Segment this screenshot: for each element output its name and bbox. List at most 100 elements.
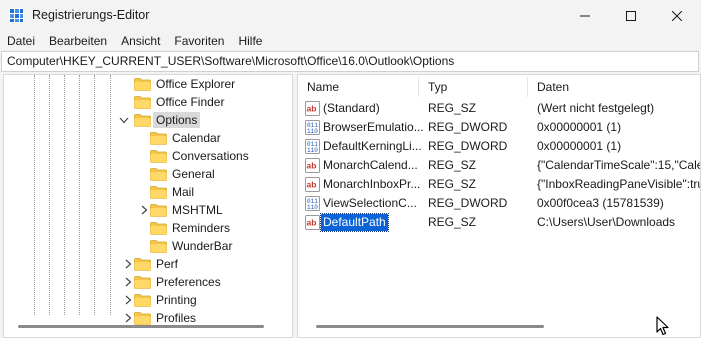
string-value-icon: ab bbox=[305, 101, 320, 116]
value-name: ViewSelectionC... bbox=[323, 196, 417, 210]
svg-text:110: 110 bbox=[307, 128, 318, 135]
tree-item-label: Options bbox=[153, 112, 201, 128]
svg-text:110: 110 bbox=[307, 204, 318, 211]
value-type: REG_SZ bbox=[428, 101, 477, 115]
binary-value-icon: 011110 bbox=[305, 120, 320, 135]
tree-item[interactable]: General bbox=[4, 165, 292, 183]
folder-icon bbox=[134, 114, 151, 127]
tree-item[interactable]: WunderBar bbox=[4, 237, 292, 255]
tree-item-label: Conversations bbox=[172, 149, 249, 163]
tree-item[interactable]: Office Finder bbox=[4, 93, 292, 111]
folder-icon bbox=[150, 186, 167, 199]
value-data: 0x00f0cea3 (15781539) bbox=[537, 196, 664, 210]
tree-item-label: Preferences bbox=[156, 275, 221, 289]
chevron-right-icon[interactable] bbox=[123, 294, 133, 306]
value-type: REG_DWORD bbox=[428, 196, 508, 210]
string-value-icon: ab bbox=[305, 215, 320, 230]
value-row[interactable]: 011 110 DefaultKerningLi... REG_DWORD 0x0000… bbox=[298, 137, 700, 156]
tree-item[interactable]: Options bbox=[4, 111, 292, 129]
svg-text:ab: ab bbox=[307, 218, 317, 228]
value-data: {"InboxReadingPaneVisible":tru bbox=[537, 177, 701, 191]
tree-item[interactable]: Preferences bbox=[4, 273, 292, 291]
string-value-icon: ab bbox=[305, 177, 320, 192]
value-type: REG_SZ bbox=[428, 158, 477, 172]
tree-item-label: Calendar bbox=[172, 131, 221, 145]
key-tree[interactable]: Office Explorer Office Finder Options Calen… bbox=[3, 74, 293, 338]
list-horizontal-scrollbar[interactable] bbox=[316, 325, 544, 328]
tree-item-label: Profiles bbox=[156, 311, 197, 325]
tree-item[interactable]: Reminders bbox=[4, 219, 292, 237]
folder-icon bbox=[150, 168, 167, 181]
value-type: REG_DWORD bbox=[428, 120, 508, 134]
tree-item-label: WunderBar bbox=[172, 239, 233, 253]
value-data: 0x00000001 (1) bbox=[537, 120, 622, 134]
title-bar: Registrierungs-Editor bbox=[0, 0, 701, 31]
chevron-right-icon[interactable] bbox=[123, 258, 133, 270]
tree-item-label: General bbox=[172, 167, 215, 181]
value-row[interactable]: 011 110 ViewSelectionC... REG_DWORD 0x00f0ce… bbox=[298, 194, 700, 213]
minimize-icon bbox=[580, 15, 590, 16]
menu-favoriten[interactable]: Favoriten bbox=[167, 31, 231, 51]
folder-icon bbox=[134, 276, 151, 289]
menu-hilfe[interactable]: Hilfe bbox=[231, 31, 269, 51]
menu-datei[interactable]: Datei bbox=[0, 31, 42, 51]
menu-bearbeiten[interactable]: Bearbeiten bbox=[42, 31, 114, 51]
folder-icon bbox=[134, 96, 151, 109]
maximize-button[interactable] bbox=[608, 0, 654, 31]
string-value-icon: ab bbox=[305, 158, 320, 173]
folder-icon bbox=[134, 258, 151, 271]
svg-text:ab: ab bbox=[307, 180, 317, 190]
value-list[interactable]: Name Typ Daten ab (Standard) REG_SZ (Wert n… bbox=[297, 74, 701, 338]
value-name: DefaultKerningLi... bbox=[323, 139, 422, 153]
value-data: 0x00000001 (1) bbox=[537, 139, 622, 153]
tree-item-label: Office Finder bbox=[156, 95, 225, 109]
folder-icon bbox=[134, 294, 151, 307]
chevron-down-icon[interactable] bbox=[119, 114, 129, 126]
folder-icon bbox=[150, 222, 167, 235]
column-header-name[interactable]: Name bbox=[298, 75, 339, 99]
tree-item-label: MSHTML bbox=[172, 203, 223, 217]
tree-horizontal-scrollbar[interactable] bbox=[18, 325, 264, 328]
chevron-right-icon[interactable] bbox=[139, 204, 149, 216]
svg-text:ab: ab bbox=[307, 161, 317, 171]
svg-text:110: 110 bbox=[307, 147, 318, 154]
value-row[interactable]: ab (Standard) REG_SZ (Wert nicht festgelegt… bbox=[298, 99, 700, 118]
value-name: (Standard) bbox=[323, 101, 380, 115]
value-row[interactable]: ab DefaultPath REG_SZ C:\Users\User\Downloa… bbox=[298, 213, 700, 232]
tree-item[interactable]: Mail bbox=[4, 183, 292, 201]
folder-icon bbox=[150, 132, 167, 145]
tree-item-label: Reminders bbox=[172, 221, 231, 235]
maximize-icon bbox=[626, 10, 636, 21]
folder-icon bbox=[150, 240, 167, 253]
tree-item[interactable]: Printing bbox=[4, 291, 292, 309]
tree-item[interactable]: Perf bbox=[4, 255, 292, 273]
chevron-right-icon[interactable] bbox=[123, 312, 133, 324]
tree-item-label: Mail bbox=[172, 185, 195, 199]
tree-item[interactable]: Office Explorer bbox=[4, 75, 292, 93]
svg-text:ab: ab bbox=[307, 104, 317, 114]
mouse-cursor-icon bbox=[656, 316, 669, 336]
minimize-button[interactable] bbox=[562, 0, 608, 31]
tree-item[interactable]: MSHTML bbox=[4, 201, 292, 219]
folder-icon bbox=[150, 204, 167, 217]
folder-icon bbox=[134, 312, 151, 325]
value-type: REG_DWORD bbox=[428, 139, 508, 153]
folder-icon bbox=[150, 150, 167, 163]
value-row[interactable]: ab MonarchInboxPr... REG_SZ {"InboxReadingP… bbox=[298, 175, 701, 194]
value-name: DefaultPath bbox=[320, 213, 389, 232]
value-data: C:\Users\User\Downloads bbox=[537, 215, 676, 229]
close-button[interactable] bbox=[654, 0, 700, 31]
address-bar[interactable]: Computer\HKEY_CURRENT_USER\Software\Micr… bbox=[1, 51, 699, 72]
chevron-right-icon[interactable] bbox=[123, 276, 133, 288]
value-name: BrowserEmulatio... bbox=[323, 120, 424, 134]
tree-item[interactable]: Calendar bbox=[4, 129, 292, 147]
column-header-data[interactable]: Daten bbox=[528, 75, 569, 99]
value-row[interactable]: ab MonarchCalend... REG_SZ {"CalendarTimeSc… bbox=[298, 156, 700, 175]
value-type: REG_SZ bbox=[428, 177, 477, 191]
value-type: REG_SZ bbox=[428, 215, 477, 229]
menu-ansicht[interactable]: Ansicht bbox=[114, 31, 167, 51]
column-header-type[interactable]: Typ bbox=[419, 75, 447, 99]
window-title: Registrierungs-Editor bbox=[32, 8, 150, 22]
value-row[interactable]: 011 110 BrowserEmulatio... REG_DWORD 0x00000… bbox=[298, 118, 700, 137]
tree-item[interactable]: Conversations bbox=[4, 147, 292, 165]
